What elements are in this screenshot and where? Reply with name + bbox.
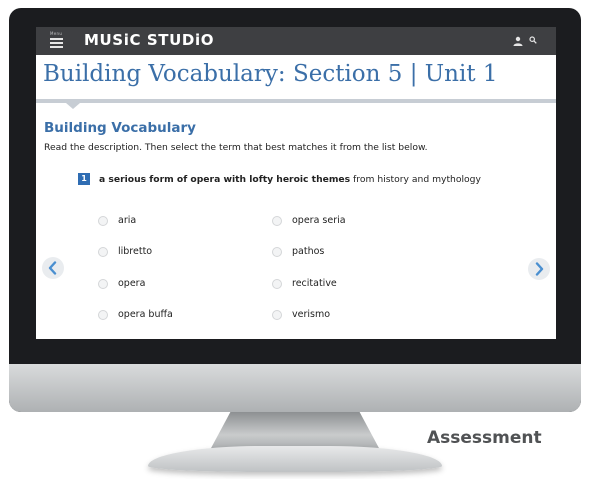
- option-label: verismo: [292, 309, 331, 320]
- radio-button[interactable]: [98, 216, 108, 226]
- page-title: Building Vocabulary: Section 5 | Unit 1: [43, 61, 498, 87]
- radio-button[interactable]: [272, 216, 282, 226]
- title-divider-notch: [66, 103, 80, 109]
- question-text-rest: from history and mythology: [350, 174, 481, 185]
- radio-button[interactable]: [272, 310, 282, 320]
- radio-button[interactable]: [272, 247, 282, 257]
- radio-button[interactable]: [98, 247, 108, 257]
- option-label: libretto: [118, 246, 153, 257]
- app-brand: MUSiC STUDiO: [84, 31, 215, 49]
- caption-label: Assessment: [427, 428, 542, 448]
- hamburger-menu-icon[interactable]: Menu: [50, 31, 64, 51]
- option-label: opera: [118, 278, 146, 289]
- screen: Menu MUSiC STUDiO Building Vocabulary: S…: [36, 27, 556, 339]
- radio-button[interactable]: [98, 310, 108, 320]
- monitor-chin: [9, 364, 581, 412]
- menu-label: Menu: [50, 31, 63, 36]
- search-icon[interactable]: [529, 36, 537, 44]
- monitor-stand-base: [148, 446, 442, 472]
- question-number-badge: 1: [78, 173, 90, 185]
- chevron-left-icon: [48, 261, 57, 275]
- option-label: opera seria: [292, 215, 346, 226]
- next-button[interactable]: [528, 258, 550, 280]
- user-icon[interactable]: [513, 36, 523, 46]
- question-text-bold: a serious form of opera with lofty heroi…: [99, 174, 351, 185]
- title-divider: [36, 99, 556, 103]
- monitor-stand-neck: [210, 412, 380, 450]
- option-label: recitative: [292, 278, 337, 289]
- chevron-right-icon: [535, 262, 544, 276]
- option-label: opera buffa: [118, 309, 173, 320]
- section-heading: Building Vocabulary: [44, 120, 196, 136]
- option-label: pathos: [292, 246, 325, 257]
- app-header: Menu MUSiC STUDiO: [36, 27, 556, 55]
- option-label: aria: [118, 215, 137, 226]
- previous-button[interactable]: [42, 257, 64, 279]
- radio-button[interactable]: [98, 279, 108, 289]
- radio-button[interactable]: [272, 279, 282, 289]
- question-text: a serious form of opera with lofty heroi…: [99, 174, 481, 185]
- instructions-text: Read the description. Then select the te…: [44, 142, 428, 153]
